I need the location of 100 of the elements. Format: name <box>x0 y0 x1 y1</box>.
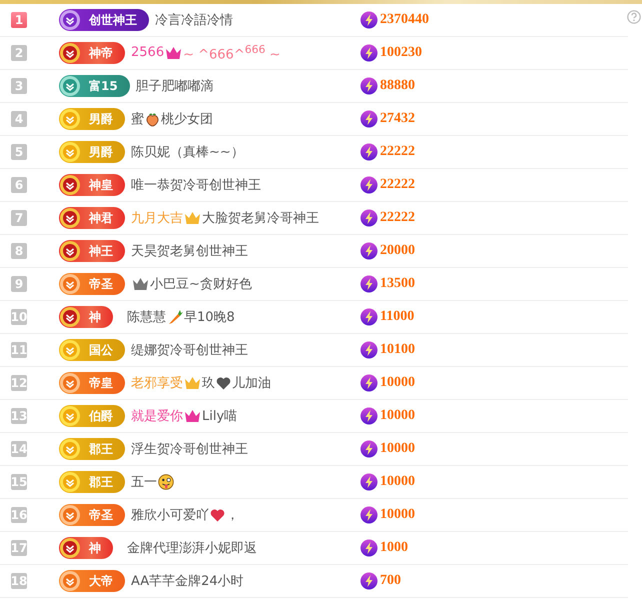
badge-emblem-icon <box>59 75 81 97</box>
lightning-coin-icon <box>360 44 378 62</box>
lightning-coin-icon <box>360 209 378 227</box>
badge-label: 帝圣 <box>88 276 114 292</box>
badge-emblem-icon <box>59 405 81 427</box>
badge-label: 伯爵 <box>88 408 114 424</box>
user-name-text: 胆子肥嘟嘟滴 <box>136 78 214 95</box>
user-name-text: 早10晚8 <box>184 309 235 326</box>
rank-number: 12 <box>11 375 27 391</box>
rank-number: 9 <box>11 276 27 292</box>
user-name-text: 陈慧慧 <box>127 309 166 326</box>
lightning-coin-icon <box>360 176 378 194</box>
user-name-text: 就是爱你 <box>131 408 183 425</box>
lightning-coin-icon <box>360 77 378 95</box>
badge-label: 大帝 <box>88 572 114 590</box>
badge-label: 帝圣 <box>88 506 114 524</box>
badge-emblem-icon <box>59 141 81 163</box>
badge-label: 神皇 <box>88 176 114 194</box>
badge-emblem-icon <box>59 339 81 361</box>
rank-number: 13 <box>11 408 27 424</box>
score-value: 11000 <box>380 309 414 325</box>
score-value: 10100 <box>380 342 415 358</box>
score-value: 2370440 <box>380 12 429 28</box>
lightning-coin-icon <box>360 275 378 293</box>
score-value: 100230 <box>380 45 422 61</box>
lightning-coin-icon <box>360 440 378 458</box>
badge-emblem-icon <box>59 471 81 493</box>
badge-label: 富15 <box>88 78 119 94</box>
rank-number: 18 <box>11 573 27 589</box>
lightning-coin-icon <box>360 110 378 128</box>
badge-emblem-icon <box>59 273 81 295</box>
rank-number: 6 <box>11 177 27 193</box>
badge-label: 男爵 <box>88 144 114 160</box>
lightning-coin-icon <box>360 572 378 590</box>
badge-label: 国公 <box>88 342 114 358</box>
rank-number: 14 <box>11 441 27 457</box>
rank-number: 10 <box>11 309 27 325</box>
badge-emblem-icon <box>59 174 81 196</box>
badge-label: 神 <box>88 308 102 326</box>
badge-emblem-icon <box>59 9 81 31</box>
user-name-text: 小巴豆~贪财好色 <box>150 276 252 293</box>
badge-emblem-icon <box>59 240 81 262</box>
rank-number: 16 <box>11 507 27 523</box>
user-name-text: 老邪享受 <box>131 375 183 392</box>
score-value: 10000 <box>380 474 415 490</box>
badge-emblem-icon <box>59 42 81 64</box>
score-value: 1000 <box>380 540 408 556</box>
score-value: 10000 <box>380 441 415 457</box>
silly-face-icon <box>158 474 174 490</box>
lightning-coin-icon <box>360 539 378 557</box>
badge-emblem-icon <box>59 570 81 592</box>
badge-emblem-icon <box>59 438 81 460</box>
badge-emblem-icon <box>59 372 81 394</box>
user-name-text: ~ ^666^$^{666}$ ~ <box>183 43 280 63</box>
user-name-text: 五一 <box>131 474 157 491</box>
badge-label: 创世神王 <box>88 12 138 28</box>
rank-number: 15 <box>11 474 27 490</box>
user-name-text: AA芊芊金牌24小时 <box>131 573 244 590</box>
lightning-coin-icon <box>360 473 378 491</box>
score-value: 27432 <box>380 111 415 127</box>
user-name-text: 金牌代理澎湃小妮即返 <box>127 540 257 557</box>
badge-label: 神 <box>88 540 102 556</box>
lightning-coin-icon <box>360 407 378 425</box>
rank-number: 7 <box>11 210 27 226</box>
score-value: 10000 <box>380 408 415 424</box>
badge-label: 郡王 <box>88 440 114 458</box>
badge-label: 男爵 <box>88 110 114 128</box>
peach-icon <box>145 112 160 126</box>
score-value: 10000 <box>380 507 415 523</box>
user-name-text: 唯一恭贺冷哥创世神王 <box>131 177 261 194</box>
user-name-text: 雅欣小可爱吖 <box>131 507 209 524</box>
badge-label: 郡王 <box>88 474 114 490</box>
lightning-coin-icon <box>360 143 378 161</box>
score-value: 20000 <box>380 243 415 259</box>
badge-label: 神王 <box>88 242 114 260</box>
badge-emblem-icon <box>59 306 81 328</box>
user-name-text: 陈贝妮（真棒~~） <box>131 144 244 161</box>
user-name-text: 玖 <box>202 375 215 392</box>
badge-emblem-icon <box>59 504 81 526</box>
rank-number: 3 <box>11 78 27 94</box>
rank-number: 5 <box>11 144 27 160</box>
badge-label: 神帝 <box>88 44 114 62</box>
user-name-text: 儿加油 <box>232 375 271 392</box>
user-name-text: 天昊贺老舅创世神王 <box>131 243 248 260</box>
badge-emblem-icon <box>59 108 81 130</box>
score-value: 22222 <box>380 177 415 193</box>
rank-number: 8 <box>11 243 27 259</box>
lightning-coin-icon <box>360 341 378 359</box>
user-name-text: 九月大吉 <box>131 210 183 227</box>
carrot-icon <box>167 309 183 325</box>
rank-number: 2 <box>11 45 27 61</box>
score-value: 22222 <box>380 144 415 160</box>
score-value: 700 <box>380 573 401 589</box>
lightning-coin-icon <box>360 308 378 326</box>
badge-label: 神君 <box>88 210 114 226</box>
score-value: 10000 <box>380 375 415 391</box>
rank-number: 11 <box>11 342 27 358</box>
help-icon[interactable] <box>627 10 641 24</box>
rank-number: 4 <box>11 111 27 127</box>
lightning-coin-icon <box>360 506 378 524</box>
